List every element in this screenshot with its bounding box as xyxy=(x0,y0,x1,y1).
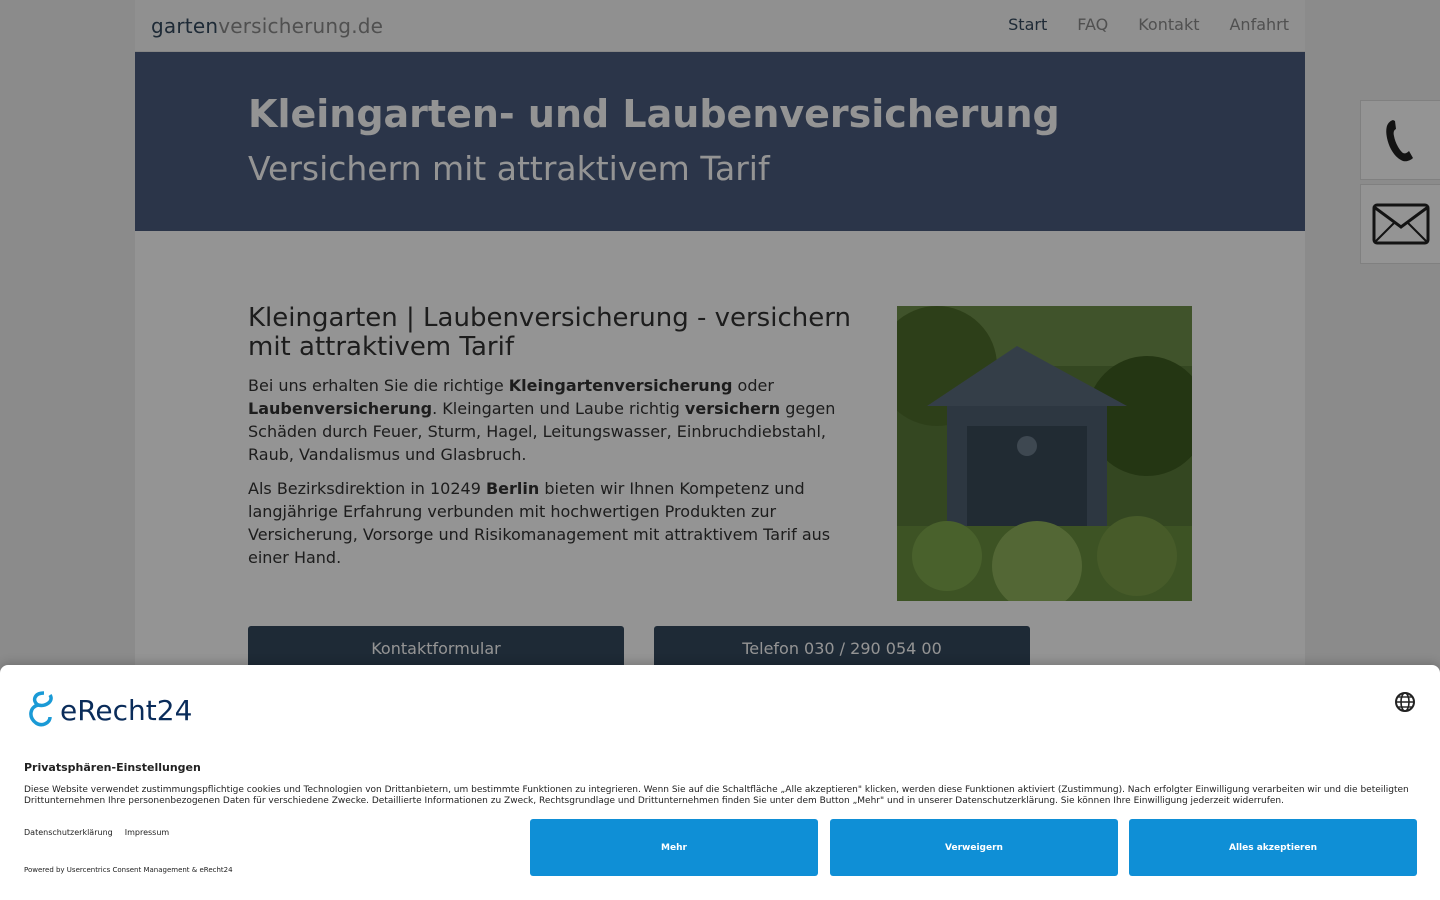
consent-description: Diese Website verwendet zustimmungspflic… xyxy=(24,785,1409,806)
erecht24-mark-icon xyxy=(29,691,53,727)
accept-all-button[interactable]: Alles akzeptieren xyxy=(1129,819,1417,876)
consent-links: Datenschutzerklärung Impressum xyxy=(24,828,169,837)
deny-button[interactable]: Verweigern xyxy=(830,819,1118,876)
language-globe-icon[interactable] xyxy=(1394,691,1416,717)
powered-by-text: Powered by Usercentrics Consent Manageme… xyxy=(24,866,233,874)
erecht24-logo: eRecht24 xyxy=(24,689,192,727)
consent-title: Privatsphären-Einstellungen xyxy=(24,761,201,774)
cookie-consent-banner: eRecht24 Privatsphären-Einstellungen Die… xyxy=(0,665,1440,900)
more-button[interactable]: Mehr xyxy=(530,819,818,876)
privacy-policy-link[interactable]: Datenschutzerklärung xyxy=(24,828,113,837)
imprint-link[interactable]: Impressum xyxy=(125,828,169,837)
